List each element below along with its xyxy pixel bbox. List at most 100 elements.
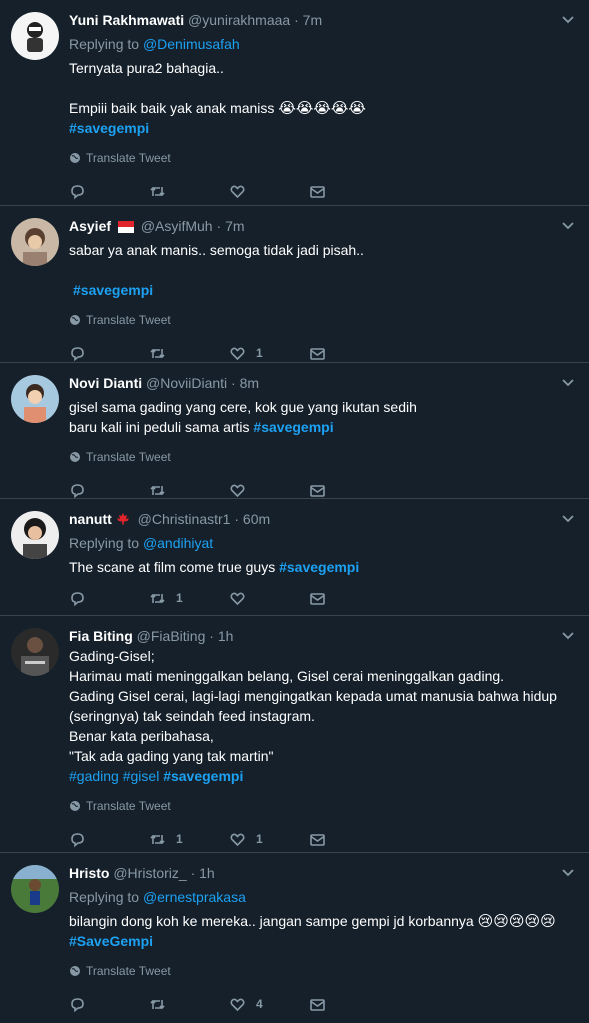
hashtag-link[interactable]: #SaveGempi xyxy=(69,933,153,949)
timestamp[interactable]: 1h xyxy=(218,628,234,644)
tweet-line: sabar ya anak manis.. semoga tidak jadi … xyxy=(69,242,364,258)
avatar[interactable] xyxy=(11,511,59,559)
tweet[interactable]: Asyief @AsyifMuh · 7m sabar ya anak mani… xyxy=(0,206,589,363)
direct-message-button[interactable] xyxy=(309,996,389,1013)
like-count: 1 xyxy=(256,832,263,846)
reply-button[interactable] xyxy=(69,183,149,200)
like-button[interactable] xyxy=(229,482,309,499)
hashtag-link[interactable]: #savegempi xyxy=(279,559,359,575)
replying-to: Replying to @ernestprakasa xyxy=(69,887,575,907)
retweet-button[interactable] xyxy=(149,482,229,499)
hashtag-link[interactable]: #savegempi xyxy=(69,120,149,136)
tweet-text: Gading-Gisel; Harimau mati meninggalkan … xyxy=(69,646,575,786)
separator-dot: · xyxy=(234,511,240,527)
hashtag-link[interactable]: #savegempi xyxy=(253,419,333,435)
display-name[interactable]: Yuni Rakhmawati xyxy=(69,12,184,28)
globe-icon xyxy=(70,801,80,811)
direct-message-button[interactable] xyxy=(309,482,389,499)
user-handle[interactable]: @FiaBiting xyxy=(137,628,206,644)
reply-mention-link[interactable]: @andihiyat xyxy=(143,535,213,551)
timestamp[interactable]: 1h xyxy=(199,865,215,881)
user-handle[interactable]: @NoviiDianti xyxy=(146,375,227,391)
reply-mention-link[interactable]: @ernestprakasa xyxy=(143,889,246,905)
display-name[interactable]: nanutt xyxy=(69,511,112,527)
hashtag-link[interactable]: #gading xyxy=(69,768,119,784)
chevron-down-icon[interactable] xyxy=(561,865,575,879)
retweet-icon xyxy=(150,834,165,844)
hashtag-link[interactable]: #savegempi xyxy=(73,282,153,298)
avatar[interactable] xyxy=(11,375,59,423)
timestamp[interactable]: 7m xyxy=(225,218,244,234)
retweet-button[interactable]: 1 xyxy=(149,831,229,848)
hashtag-link[interactable]: #savegempi xyxy=(163,768,243,784)
timestamp[interactable]: 60m xyxy=(243,511,270,527)
tweet[interactable]: Yuni Rakhmawati @yunirakhmaaa · 7m Reply… xyxy=(0,0,589,206)
chevron-down-icon[interactable] xyxy=(561,375,575,389)
reply-icon xyxy=(71,832,84,847)
like-button[interactable]: 4 xyxy=(229,996,309,1013)
avatar[interactable] xyxy=(11,12,59,60)
timestamp[interactable]: 8m xyxy=(240,375,259,391)
tweet[interactable]: nanutt @Christinastr1 · 60m Replying to … xyxy=(0,499,589,616)
avatar[interactable] xyxy=(11,865,59,913)
chevron-down-icon[interactable] xyxy=(561,218,575,232)
tweet[interactable]: Novi Dianti @NoviiDianti · 8m gisel sama… xyxy=(0,363,589,499)
chevron-down-icon[interactable] xyxy=(561,628,575,642)
user-handle[interactable]: @Christinastr1 xyxy=(138,511,231,527)
timestamp[interactable]: 7m xyxy=(303,12,322,28)
retweet-button[interactable] xyxy=(149,345,229,362)
like-count: 4 xyxy=(256,997,263,1011)
like-button[interactable] xyxy=(229,183,309,200)
tweet[interactable]: Fia Biting @FiaBiting · 1h Gading-Gisel;… xyxy=(0,616,589,853)
reply-button[interactable] xyxy=(69,590,149,607)
user-handle[interactable]: @Hristoriz_ xyxy=(113,865,186,881)
retweet-button[interactable] xyxy=(149,996,229,1013)
translate-tweet-link[interactable]: Translate Tweet xyxy=(69,150,575,166)
tweet[interactable]: Hristo @Hristoriz_ · 1h Replying to @ern… xyxy=(0,853,589,1015)
tweet-line: Harimau mati meninggalkan belang, Gisel … xyxy=(69,668,505,684)
reply-button[interactable] xyxy=(69,831,149,848)
retweet-count: 1 xyxy=(176,591,183,605)
direct-message-button[interactable] xyxy=(309,590,389,607)
user-handle[interactable]: @yunirakhmaaa xyxy=(188,12,290,28)
like-button[interactable]: 1 xyxy=(229,831,309,848)
tweet-header: nanutt @Christinastr1 · 60m xyxy=(69,509,575,529)
heart-icon xyxy=(230,185,245,198)
hashtag-link[interactable]: #gisel xyxy=(123,768,160,784)
reply-icon xyxy=(71,346,84,361)
retweet-button[interactable] xyxy=(149,183,229,200)
translate-label: Translate Tweet xyxy=(86,313,171,327)
retweet-button[interactable]: 1 xyxy=(149,590,229,607)
display-name[interactable]: Fia Biting xyxy=(69,628,133,644)
chevron-down-icon[interactable] xyxy=(561,12,575,26)
display-name[interactable]: Asyief xyxy=(69,218,111,234)
display-name[interactable]: Hristo xyxy=(69,865,109,881)
maple-leaf-icon xyxy=(116,513,129,525)
translate-tweet-link[interactable]: Translate Tweet xyxy=(69,798,575,814)
tweet-line: (seringnya) tak seindah feed instagram. xyxy=(69,708,315,724)
direct-message-button[interactable] xyxy=(309,831,389,848)
avatar[interactable] xyxy=(11,628,59,676)
translate-label: Translate Tweet xyxy=(86,151,171,165)
like-button[interactable] xyxy=(229,590,309,607)
translate-tweet-link[interactable]: Translate Tweet xyxy=(69,449,575,465)
direct-message-button[interactable] xyxy=(309,183,389,200)
replying-label: Replying to xyxy=(69,36,140,52)
like-button[interactable]: 1 xyxy=(229,345,309,362)
avatar[interactable] xyxy=(11,218,59,266)
translate-tweet-link[interactable]: Translate Tweet xyxy=(69,312,575,328)
reply-button[interactable] xyxy=(69,996,149,1013)
tweet-text: Ternyata pura2 bahagia.. Empiii baik bai… xyxy=(69,58,575,138)
chevron-down-icon[interactable] xyxy=(561,511,575,525)
mail-icon xyxy=(310,833,325,846)
reply-icon xyxy=(71,591,84,606)
translate-tweet-link[interactable]: Translate Tweet xyxy=(69,963,575,979)
crying-emoji-icon: 😭😭😭😭😭 xyxy=(278,99,366,117)
user-handle[interactable]: @AsyifMuh xyxy=(141,218,213,234)
like-count: 1 xyxy=(256,346,263,360)
reply-button[interactable] xyxy=(69,482,149,499)
display-name[interactable]: Novi Dianti xyxy=(69,375,142,391)
reply-button[interactable] xyxy=(69,345,149,362)
direct-message-button[interactable] xyxy=(309,345,389,362)
reply-mention-link[interactable]: @Denimusafah xyxy=(143,36,240,52)
